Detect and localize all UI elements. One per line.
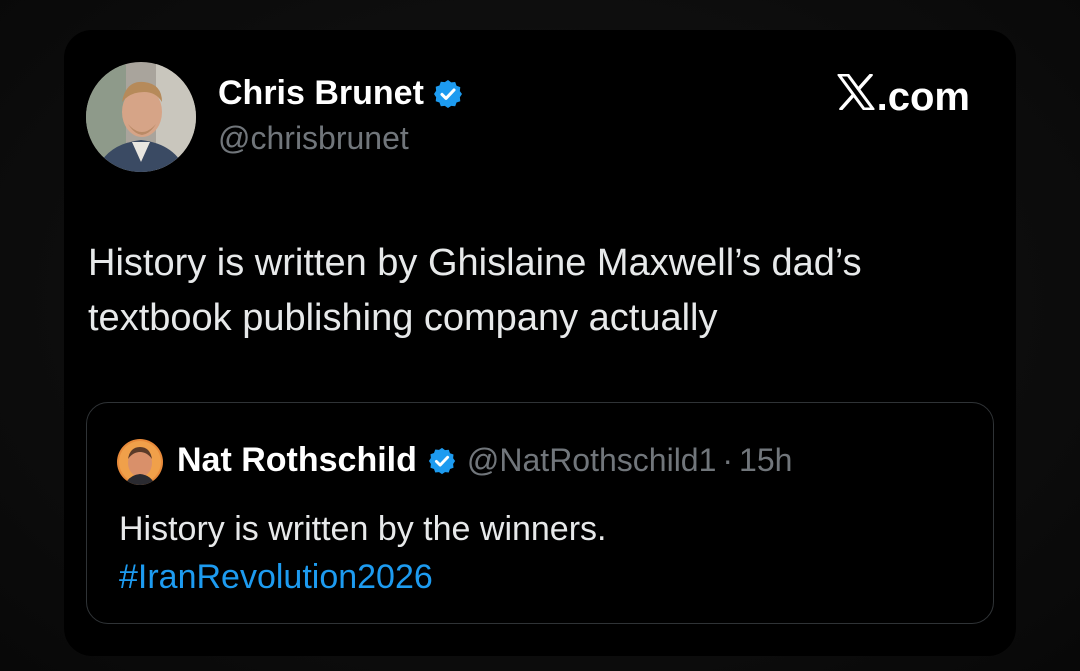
tweet-text: History is written by Ghislaine Maxwell’… <box>88 236 988 346</box>
quoted-author-handle[interactable]: @NatRothschild1 <box>467 442 716 479</box>
tweet-text-line: History is written by Ghislaine Maxwell’… <box>88 242 862 284</box>
quoted-timestamp[interactable]: 15h <box>739 442 792 479</box>
quoted-tweet[interactable]: Nat Rothschild @NatRothschild1 · 15h His… <box>86 402 994 624</box>
tweet-text-line: textbook publishing company actually <box>88 297 718 339</box>
tweet-card: Chris Brunet @chrisbrunet .com History i… <box>64 30 1016 656</box>
brand-domain: .com <box>876 74 970 119</box>
separator-dot: · <box>722 442 734 478</box>
hashtag-link[interactable]: #IranRevolution2026 <box>119 553 607 601</box>
quoted-text: History is written by the winners. #Iran… <box>119 505 607 601</box>
x-logo-icon <box>837 73 877 120</box>
quoted-author-name[interactable]: Nat Rothschild <box>177 441 417 480</box>
author-handle[interactable]: @chrisbrunet <box>218 120 409 157</box>
x-brand: .com <box>837 73 970 120</box>
quoted-header: Nat Rothschild @NatRothschild1 · 15h <box>177 441 792 480</box>
verified-badge-icon <box>432 78 464 110</box>
verified-badge-icon <box>427 446 457 476</box>
author-name-row: Chris Brunet <box>218 74 464 113</box>
author-name[interactable]: Chris Brunet <box>218 74 424 113</box>
quoted-text-line: History is written by the winners. <box>119 510 607 548</box>
author-avatar[interactable] <box>86 62 196 172</box>
quoted-author-avatar[interactable] <box>117 439 163 485</box>
